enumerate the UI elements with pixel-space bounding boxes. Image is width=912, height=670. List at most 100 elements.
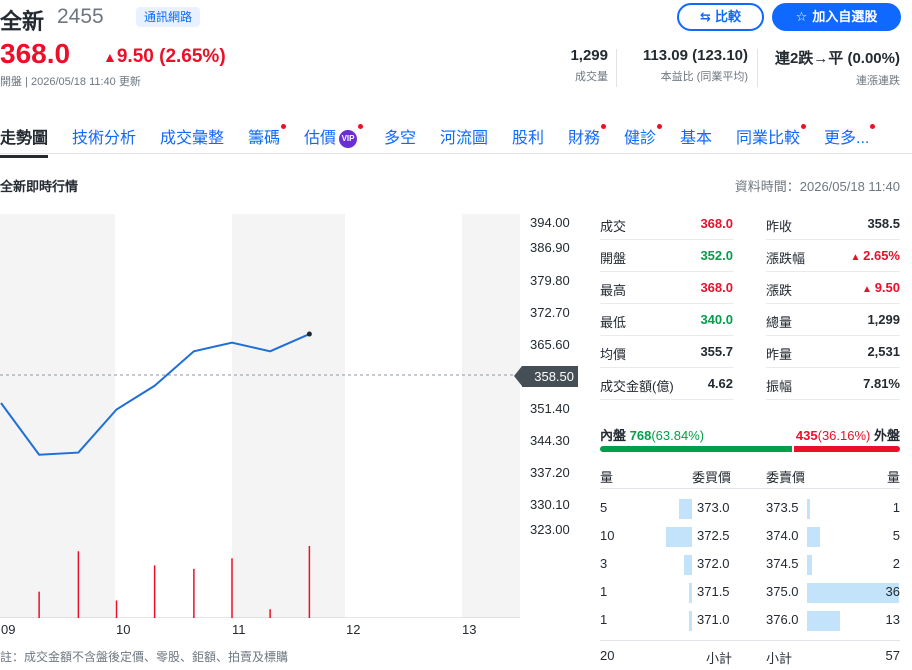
inner-label: 內盤 [600, 428, 627, 443]
up-triangle-icon: ▲ [862, 284, 875, 295]
quote-label: 漲跌幅 [766, 251, 806, 266]
tab-technical[interactable]: 技術分析 [72, 124, 136, 148]
tab-label: 籌碼 [248, 130, 281, 147]
tab-river[interactable]: 河流圖 [440, 124, 488, 148]
tab-basic[interactable]: 基本 [680, 124, 712, 148]
tab-chart[interactable]: 走勢圖 [0, 124, 49, 158]
vip-badge: VIP [339, 129, 358, 148]
ask-depth-bar [807, 499, 810, 519]
outer-pct: (36.16%) [817, 428, 871, 443]
volume-bar [153, 565, 156, 618]
intraday-chart[interactable] [0, 214, 520, 618]
add-watchlist-button[interactable]: ☆ 加入自選股 [772, 3, 901, 31]
quote-label: 成交金額(億) [600, 379, 674, 394]
stat-pe: 113.09 (123.10) 本益比 (同業平均) [643, 47, 748, 84]
ask-price[interactable]: 373.5 [766, 500, 799, 515]
tab-peer-compare[interactable]: 同業比較 [736, 124, 807, 148]
stat-volume: 1,299 成交量 [570, 47, 608, 84]
ask-price[interactable]: 374.0 [766, 528, 799, 543]
compare-button[interactable]: ⇆ 比較 [677, 3, 764, 31]
inner-value: 768 [629, 428, 652, 443]
quote-value: 7.81% [863, 376, 900, 391]
tab-label: 估價 [304, 130, 337, 147]
tab-finance[interactable]: 財務 [568, 124, 607, 148]
quote-label: 總量 [766, 315, 793, 330]
quote-row: 昨收 358.5 [766, 208, 900, 240]
x-tick-label: 11 [232, 622, 246, 637]
ob-header-ask-qty: 量 [886, 470, 900, 485]
quote-value: 340.0 [700, 312, 733, 327]
ask-price[interactable]: 375.0 [766, 584, 799, 599]
bid-price[interactable]: 371.5 [697, 584, 730, 599]
ask-qty: 36 [885, 584, 900, 599]
chart-band [0, 214, 115, 618]
up-triangle-icon: ▲ [103, 49, 117, 65]
quote-value: 352.0 [700, 248, 733, 263]
quote-row: 成交 368.0 [600, 208, 733, 240]
add-watchlist-label: 加入自選股 [812, 9, 878, 24]
tab-label: 成交彙整 [160, 130, 225, 147]
bid-price[interactable]: 371.0 [697, 612, 730, 627]
quote-value: ▲ 2.65% [850, 248, 900, 263]
x-tick-label: 12 [346, 622, 361, 637]
tab-trades[interactable]: 成交彙整 [160, 124, 224, 148]
ob-bid-total: 20 [600, 648, 615, 663]
stat-label: 成交量 [575, 71, 608, 83]
ask-qty: 1 [892, 500, 900, 515]
notification-dot [657, 124, 663, 129]
footnote: 註：成交金額不含盤後定價、零股、鉅額、拍賣及標購 [0, 650, 289, 664]
y-tick-label: 394.00 [530, 215, 570, 230]
tab-chips[interactable]: 籌碼 [248, 124, 287, 148]
quote-row: 漲跌幅 ▲ 2.65% [766, 240, 900, 272]
tab-label: 股利 [512, 130, 545, 147]
quote-row: 最高 368.0 [600, 272, 733, 304]
y-tick-label: 386.90 [530, 240, 570, 255]
bid-depth-bar [689, 611, 692, 631]
y-tick-label: 344.30 [530, 433, 570, 448]
quote-value: ▲ 9.50 [862, 280, 900, 295]
tab-bar: 走勢圖 技術分析 成交彙整 籌碼 估價 VIP 多空 河流圖 股利 財務 健診 基… [0, 118, 912, 158]
bid-price[interactable]: 372.0 [697, 556, 730, 571]
outer-label: 外盤 [873, 428, 900, 443]
divider [757, 49, 758, 87]
bid-price[interactable]: 372.5 [697, 528, 730, 543]
tab-label: 同業比較 [736, 130, 801, 147]
tab-dividend[interactable]: 股利 [512, 124, 544, 148]
current-price: 368.0 [0, 38, 71, 69]
x-tick-label: 13 [462, 622, 477, 637]
bid-price[interactable]: 373.0 [697, 500, 730, 515]
notification-dot [601, 124, 607, 129]
bid-depth-bar [679, 499, 692, 519]
ask-depth-bar [807, 611, 840, 631]
tab-label: 健診 [624, 130, 657, 147]
quote-value-text: 9.50 [874, 280, 900, 295]
compare-icon: ⇆ [700, 9, 711, 24]
volume-bar [269, 609, 271, 618]
change-percent: (2.65%) [159, 46, 226, 67]
y-tick-label: 323.00 [530, 522, 570, 537]
y-tick-label: 337.20 [530, 465, 570, 480]
inner-volume: 內盤 768(63.84%) [600, 425, 704, 444]
quote-row: 振幅 7.81% [766, 368, 900, 400]
industry-tag[interactable]: 通訊網路 [136, 7, 201, 27]
tab-bull-bear[interactable]: 多空 [384, 124, 416, 148]
ask-price[interactable]: 376.0 [766, 612, 799, 627]
status-line: 開盤 | 2026/05/18 11:40 更新 [0, 76, 141, 88]
ask-price[interactable]: 374.5 [766, 556, 799, 571]
quote-row: 開盤 352.0 [600, 240, 733, 272]
ob-bid-total-label: 小計 [706, 651, 733, 666]
volume-bar [77, 551, 80, 618]
price-change: ▲9.50 (2.65%) [103, 46, 226, 68]
quote-value-text: 2.65% [863, 248, 900, 263]
notification-dot [801, 124, 807, 129]
outer-value: 435 [795, 428, 818, 443]
stat-label: 本益比 (同業平均) [660, 71, 748, 83]
bid-depth-bar [689, 583, 692, 603]
y-tick-label: 351.40 [530, 401, 570, 416]
tab-diagnosis[interactable]: 健診 [624, 124, 663, 148]
last-price-dot [306, 331, 312, 337]
tab-valuation[interactable]: 估價 VIP [304, 124, 364, 148]
volume-bar [193, 568, 195, 618]
quote-row: 昨量 2,531 [766, 336, 900, 368]
tab-more[interactable]: 更多... [824, 124, 876, 148]
